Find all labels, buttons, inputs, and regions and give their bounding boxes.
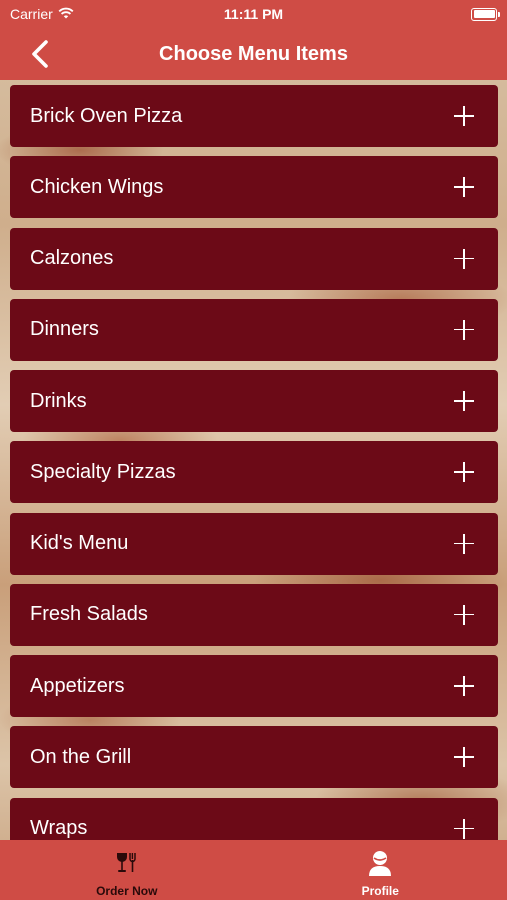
menu-item-label: Calzones [30,247,114,269]
plus-icon[interactable] [454,747,474,768]
menu-item-wraps[interactable]: Wraps [10,797,498,840]
battery-icon [471,7,500,21]
back-button[interactable] [22,36,58,72]
page-title: Choose Menu Items [159,42,348,65]
menu-item-label: Kid's Menu [30,532,129,554]
menu-item-on-the-grill[interactable]: On the Grill [10,726,498,789]
plus-icon[interactable] [454,462,474,483]
plus-icon[interactable] [454,177,474,198]
chevron-left-icon [32,40,48,68]
tab-label: Profile [361,884,399,898]
tab-order-now[interactable]: Order Now [0,840,254,900]
plus-icon[interactable] [454,248,474,269]
user-icon [367,850,393,876]
plus-icon[interactable] [454,391,474,411]
menu-item-label: Drinks [30,389,87,412]
menu-item-kids-menu[interactable]: Kid's Menu [10,512,498,575]
menu-item-label: Fresh Salads [30,603,148,626]
menu-item-label: Appetizers [30,674,125,697]
plus-icon[interactable] [454,676,474,696]
menu-item-calzones[interactable]: Calzones [10,227,498,290]
tab-bar: Order Now Profile [0,840,507,900]
plus-icon[interactable] [454,818,474,839]
plus-icon[interactable] [454,106,474,126]
menu-item-dinners[interactable]: Dinners [10,298,498,361]
menu-item-label: Dinners [30,318,99,341]
status-time: 11:11 PM [223,6,284,22]
tab-label: Order Now [96,884,158,898]
menu-item-drinks[interactable]: Drinks [10,370,498,432]
menu-item-label: Chicken Wings [30,175,164,198]
plus-icon[interactable] [454,319,474,340]
menu-item-fresh-salads[interactable]: Fresh Salads [10,583,498,646]
menu-item-label: Specialty Pizzas [30,460,176,483]
menu-category-list[interactable]: Brick Oven Pizza Chicken Wings Calzones … [10,85,498,840]
plus-icon[interactable] [454,604,474,625]
plus-icon[interactable] [454,533,474,554]
tab-profile[interactable]: Profile [254,840,507,900]
menu-item-brick-oven-pizza[interactable]: Brick Oven Pizza [10,85,498,147]
app-header: Carrier 11:11 PM Choose Menu Items [0,0,507,80]
wifi-icon [58,6,74,22]
carrier-label: Carrier [10,6,53,22]
status-bar: Carrier 11:11 PM [0,0,507,28]
menu-item-chicken-wings[interactable]: Chicken Wings [10,156,498,219]
menu-item-label: Wraps [30,817,88,839]
menu-item-appetizers[interactable]: Appetizers [10,655,498,717]
fork-glass-icon [114,850,140,876]
menu-item-label: Brick Oven Pizza [30,104,183,127]
menu-item-specialty-pizzas[interactable]: Specialty Pizzas [10,441,498,504]
menu-item-label: On the Grill [30,745,132,768]
